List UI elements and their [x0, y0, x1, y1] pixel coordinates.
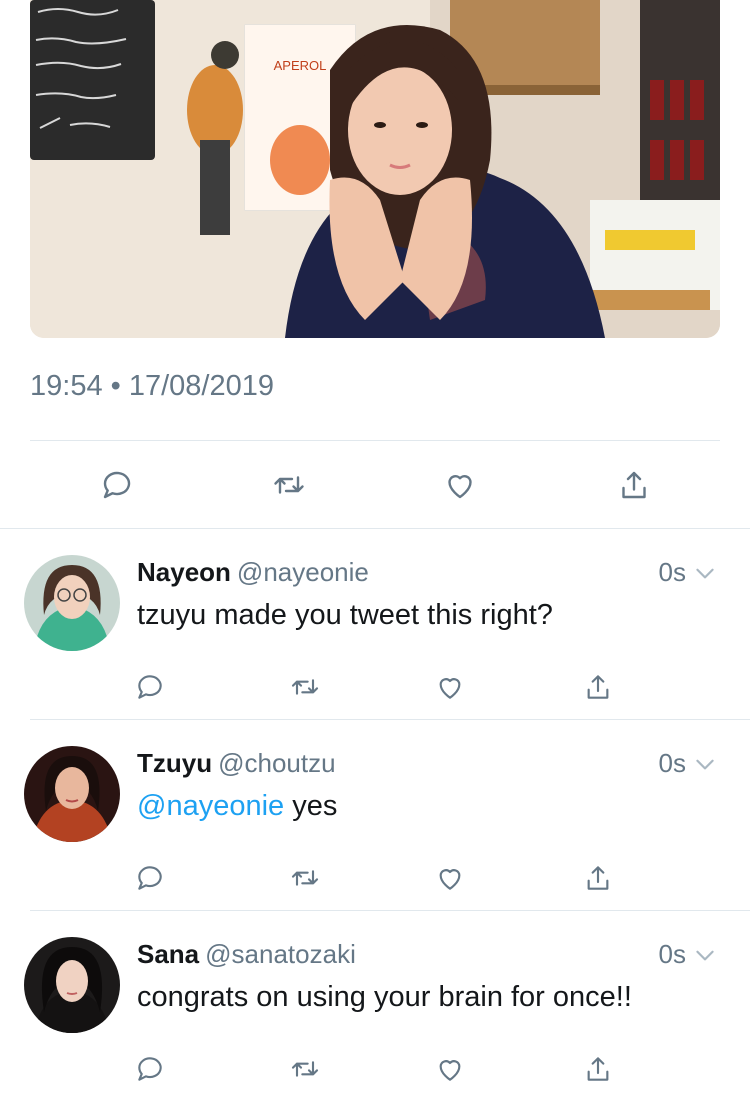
retweet-icon: [291, 1061, 319, 1077]
reply-action-bar: [0, 844, 750, 894]
avatar[interactable]: [24, 555, 120, 651]
reply-icon: [103, 471, 131, 499]
reply-button[interactable]: [128, 1047, 172, 1091]
reply-tweet[interactable]: Tzuyu @choutzu 0s @nayeonie yes: [0, 736, 750, 911]
reply-time-text: 0s: [658, 557, 686, 587]
reply-action-bar: [0, 1035, 750, 1085]
author-handle[interactable]: @nayeonie: [237, 557, 369, 587]
chevron-down-icon[interactable]: [692, 751, 718, 777]
reply-time-text: 0s: [658, 748, 686, 778]
divider: [0, 528, 750, 529]
reply-text: tzuyu made you tweet this right?: [137, 599, 553, 631]
mention-link[interactable]: @nayeonie: [137, 790, 284, 822]
author-handle[interactable]: @choutzu: [218, 748, 335, 778]
reply-button[interactable]: [95, 463, 139, 507]
like-button[interactable]: [428, 665, 472, 709]
reply-tweet[interactable]: Nayeon @nayeonie 0s tzuyu made you tweet …: [0, 545, 750, 720]
reply-action-bar: [0, 653, 750, 703]
reply-time: 0s: [659, 557, 718, 588]
like-button[interactable]: [428, 856, 472, 900]
like-button[interactable]: [438, 463, 482, 507]
reply-button[interactable]: [128, 665, 172, 709]
share-icon: [587, 866, 609, 890]
reply-header: Sana @sanatozaki: [137, 939, 356, 970]
share-icon: [587, 675, 609, 699]
reply-tweet[interactable]: Sana @sanatozaki 0s congrats on using you…: [0, 927, 750, 1094]
reply-time: 0s: [659, 748, 718, 779]
chevron-down-icon[interactable]: [692, 560, 718, 586]
author-name[interactable]: Tzuyu: [137, 748, 212, 778]
share-button[interactable]: [576, 665, 620, 709]
avatar[interactable]: [24, 746, 120, 842]
tweet-photo[interactable]: APEROL: [30, 0, 720, 338]
reply-text: congrats on using your brain for once!!: [137, 981, 632, 1013]
share-icon: [587, 1057, 609, 1081]
retweet-icon: [274, 476, 304, 494]
divider: [30, 910, 750, 911]
svg-text:APEROL: APEROL: [274, 58, 327, 73]
retweet-icon: [291, 870, 319, 886]
retweet-button[interactable]: [283, 856, 327, 900]
heart-icon: [439, 1060, 461, 1081]
share-icon: [622, 471, 646, 499]
tweet-action-bar: [0, 455, 750, 515]
retweet-button[interactable]: [283, 1047, 327, 1091]
reply-time: 0s: [659, 939, 718, 970]
retweet-button[interactable]: [283, 665, 327, 709]
author-handle[interactable]: @sanatozaki: [205, 939, 356, 969]
heart-icon: [439, 869, 461, 890]
avatar[interactable]: [24, 937, 120, 1033]
retweet-button[interactable]: [267, 463, 311, 507]
author-name[interactable]: Nayeon: [137, 557, 231, 587]
tweet-timestamp[interactable]: 19:54 • 17/08/2019: [30, 370, 274, 403]
reply-text-body: yes: [284, 790, 338, 822]
reply-icon: [138, 675, 162, 699]
divider: [30, 719, 750, 720]
reply-time-text: 0s: [658, 939, 686, 969]
like-button[interactable]: [428, 1047, 472, 1091]
reply-button[interactable]: [128, 856, 172, 900]
share-button[interactable]: [576, 1047, 620, 1091]
reply-header: Nayeon @nayeonie: [137, 557, 369, 588]
heart-icon: [448, 475, 472, 499]
divider: [30, 440, 720, 441]
chevron-down-icon[interactable]: [692, 942, 718, 968]
reply-text: @nayeonie yes: [137, 790, 337, 823]
share-button[interactable]: [612, 463, 656, 507]
reply-header: Tzuyu @choutzu: [137, 748, 336, 779]
reply-icon: [138, 866, 162, 890]
author-name[interactable]: Sana: [137, 939, 199, 969]
heart-icon: [439, 678, 461, 699]
reply-icon: [138, 1057, 162, 1081]
retweet-icon: [291, 679, 319, 695]
share-button[interactable]: [576, 856, 620, 900]
